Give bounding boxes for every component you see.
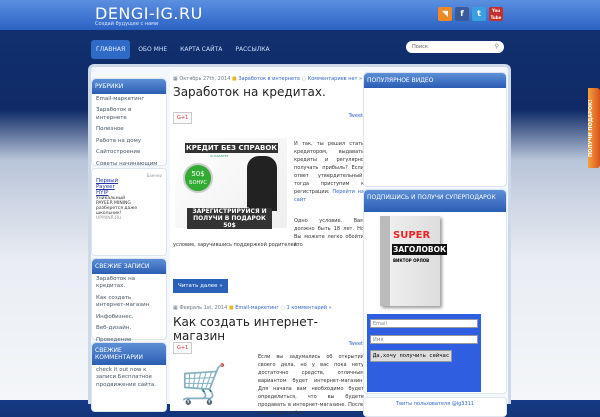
header-bar	[0, 0, 600, 30]
recent-post-link[interactable]: Заработок на кредитах.	[92, 274, 166, 293]
calendar-icon: ▦	[173, 305, 178, 311]
book-cover-image: SUPER ЗАГОЛОВОК ВИКТОР ОРЛОВ	[380, 216, 448, 306]
recent-posts-widget: СВЕЖИЕ ЗАПИСИ Заработок на кредитах. Как…	[91, 258, 167, 350]
credit-promo-image: КРЕДИТ БЕЗ СПРАВОК GUARANTEE 50$ БОНУС ЗА…	[175, 138, 287, 229]
nav-home[interactable]: ГЛАВНАЯ	[91, 40, 131, 59]
popular-video-widget: ПОПУЛЯРНОЕ ВИДЕО	[363, 72, 507, 187]
image-text: БОНУС	[189, 180, 207, 186]
twitter-icon[interactable]: t	[472, 7, 486, 21]
youtube-icon[interactable]: You Tube	[489, 7, 503, 21]
tweet-button[interactable]: Tweet	[349, 341, 363, 347]
post-text: И так, ты решил стать кредитором, выдава…	[294, 141, 364, 195]
calendar-icon: ▦	[173, 76, 178, 82]
post-title[interactable]: Заработок на кредитах.	[173, 85, 326, 99]
post-text: условие, заручившись поддержкой родителе…	[173, 242, 299, 248]
gift-side-tab[interactable]: ПОЛУЧИ ПОДАРОК!	[588, 88, 600, 168]
post-meta: ▦ Октябрь 27th, 2014 ■ Заработок в интер…	[173, 76, 362, 82]
recent-comments-title: СВЕЖИЕ КОММЕНТАРИИ	[92, 343, 166, 365]
post-meta: ▦ Февраль 1st, 2014 ■ Email-маркетинг ◌ …	[173, 305, 332, 311]
content-area: ▦ Октябрь 27th, 2014 ■ Заработок в интер…	[170, 71, 366, 416]
nav-sitemap[interactable]: КАРТА САЙТА	[175, 40, 227, 59]
post-date: Февраль 1st, 2014	[179, 305, 228, 311]
categories-title: РУБРИКИ	[92, 79, 166, 94]
image-text: ЗАРЕГИСТРИРУЙСЯ И ПОЛУЧИ В ПОДАРОК 50$	[187, 208, 272, 229]
subscribe-widget: ПОДПИШИСЬ И ПОЛУЧИ СУПЕРПОДАРОК SUPER ЗА…	[363, 189, 507, 394]
category-link[interactable]: Сайтостроение	[92, 147, 166, 158]
nav-newsletter[interactable]: РАССЫЛКА	[230, 40, 274, 59]
comment-icon: ◌	[280, 305, 286, 311]
name-field[interactable]: Имя	[370, 335, 478, 344]
ad-domain[interactable]: UPMINR.RU	[96, 216, 162, 221]
search-placeholder: Поиск	[412, 44, 428, 50]
categories-widget: РУБРИКИ Email-маркетинг Заработок в инте…	[91, 78, 167, 167]
recent-comments-widget: СВЕЖИЕ КОММЕНТАРИИ check it out now к за…	[91, 342, 167, 412]
shopping-cart-image: 🛒	[180, 362, 228, 406]
subscribe-title: ПОДПИШИСЬ И ПОЛУЧИ СУПЕРПОДАРОК	[364, 190, 506, 212]
main-container: РУБРИКИ Email-маркетинг Заработок в инте…	[88, 64, 511, 417]
email-field[interactable]: Email	[370, 319, 478, 328]
book-text: ВИКТОР ОРЛОВ	[393, 258, 430, 263]
image-text: 50$	[191, 170, 205, 178]
category-link[interactable]: Email-маркетинг	[92, 94, 166, 105]
recent-post-link[interactable]: Инфобизнес.	[92, 312, 166, 323]
book-text: SUPER	[393, 230, 431, 241]
ad-widget: Баннер Первый Payeer HYIP Уникальный PAY…	[91, 168, 167, 256]
post-category[interactable]: Заработок в интернете	[238, 76, 300, 82]
subscribe-form: Email Имя Да,хочу получить сейчас	[367, 314, 481, 392]
post-title[interactable]: Как создать интернет-магазин	[173, 315, 366, 343]
search-input[interactable]: Поиск ⚲	[406, 41, 504, 53]
category-link[interactable]: Полезное	[92, 124, 166, 135]
folder-icon: ■	[228, 305, 234, 311]
tweets-widget[interactable]: Твиты пользователя @ig3311	[363, 397, 507, 417]
image-text: GUARANTEE	[210, 154, 229, 158]
comment-icon: ◌	[301, 76, 307, 82]
post-text: Если вы задумались об открытии своего де…	[258, 354, 364, 416]
popular-video-title: ПОПУЛЯРНОЕ ВИДЕО	[364, 73, 506, 88]
post-comments-link[interactable]: 1 комментарий »	[287, 305, 332, 311]
recent-posts-title: СВЕЖИЕ ЗАПИСИ	[92, 259, 166, 274]
recent-post-link[interactable]: Как создать интернет-магазин	[92, 293, 166, 312]
book-text: ЗАГОЛОВОК	[392, 244, 448, 255]
read-more-button[interactable]: Читать далее »	[173, 279, 228, 293]
post-excerpt: И так, ты решил стать кредитором, выдава…	[294, 140, 364, 204]
recent-post-link[interactable]: Веб-дизайн.	[92, 323, 166, 334]
main-nav: ГЛАВНАЯ ОБО МНЕ КАРТА САЙТА РАССЫЛКА	[91, 40, 275, 59]
facebook-icon[interactable]: f	[455, 7, 469, 21]
image-text: КРЕДИТ БЕЗ СПРАВОК	[185, 143, 279, 153]
gplus-button[interactable]: G+1	[173, 112, 193, 124]
post-comments-link[interactable]: Комментариев нет »	[308, 76, 362, 82]
post-date: Октябрь 27th, 2014	[179, 76, 231, 82]
subscribe-button[interactable]: Да,хочу получить сейчас	[370, 350, 453, 362]
search-icon[interactable]: ⚲	[495, 43, 499, 50]
site-tagline: Создай будущее с нами	[95, 21, 159, 27]
folder-icon: ■	[232, 76, 237, 82]
recent-comment[interactable]: check it out now к записи Бесплатное про…	[92, 365, 166, 391]
rss-icon[interactable]: ◥	[438, 7, 452, 21]
category-link[interactable]: Заработок в интернете	[92, 105, 166, 124]
ad-text: Уникальный PAYEER MINING разберется даже…	[96, 196, 138, 216]
ad-link[interactable]: Первый Payeer HYIP	[96, 178, 126, 196]
tweet-button[interactable]: Tweet	[349, 113, 363, 119]
woman-figure	[247, 156, 277, 211]
category-link[interactable]: Работа на дому	[92, 136, 166, 147]
nav-about[interactable]: ОБО МНЕ	[133, 40, 172, 59]
post-category[interactable]: Email-маркетинг	[235, 305, 279, 311]
gplus-button[interactable]: G+1	[173, 342, 193, 354]
